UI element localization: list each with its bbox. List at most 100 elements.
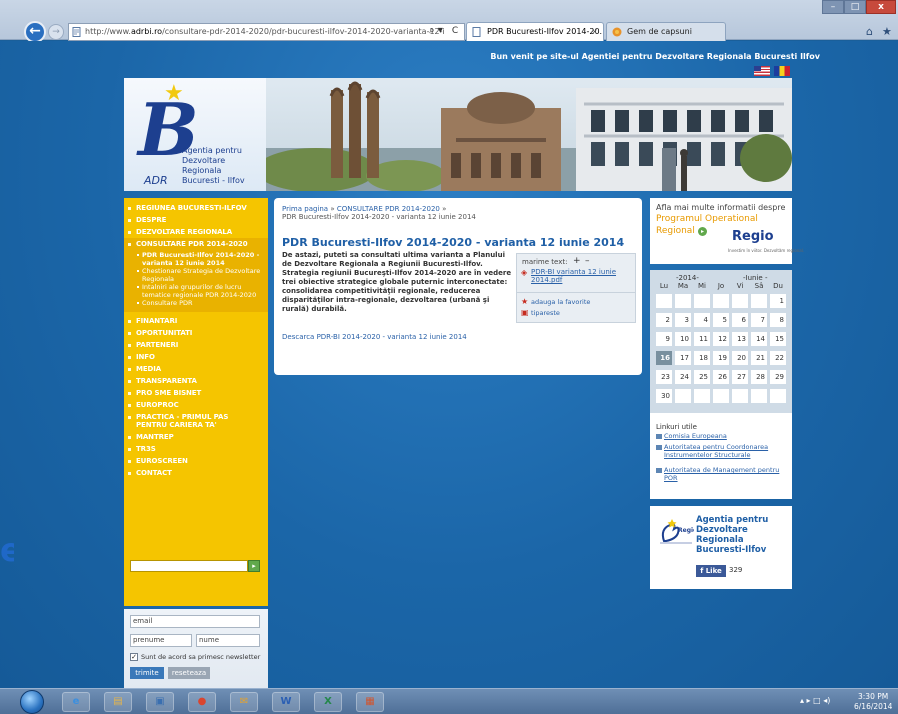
menu-item-contact[interactable]: CONTACT	[124, 467, 268, 479]
newsletter-submit-button[interactable]: trimite	[130, 667, 164, 679]
close-tab-icon[interactable]: ×	[591, 23, 598, 40]
submenu-item-intalniri[interactable]: Intalniri ale grupurilor de lucru temati…	[124, 283, 268, 300]
arrow-right-icon[interactable]: ▸	[698, 227, 707, 236]
back-button[interactable]: ←	[24, 21, 46, 43]
calendar-day[interactable]: 26	[713, 370, 729, 384]
maximize-button[interactable]: □	[844, 0, 866, 14]
menu-item-despre[interactable]: DESPRE	[124, 214, 268, 226]
pdf-download-link[interactable]: PDR-BI varianta 12 iunie 2014.pdf	[531, 268, 631, 284]
calendar-day[interactable]: 1	[770, 294, 786, 308]
facebook-like-button[interactable]: f Like	[696, 565, 726, 577]
calendar-day[interactable]: 25	[694, 370, 710, 384]
calendar-day[interactable]: 24	[675, 370, 691, 384]
calendar-day[interactable]: 13	[732, 332, 748, 346]
calendar-month[interactable]: -Iunie -	[743, 274, 767, 282]
address-bar[interactable]: http://www.adrbi.ro/consultare-pdr-2014-…	[68, 23, 465, 41]
menu-item-oportunitati[interactable]: OPORTUNITATI	[124, 327, 268, 339]
calendar-day[interactable]: 10	[675, 332, 691, 346]
menu-item-info[interactable]: INFO	[124, 351, 268, 363]
calendar-day[interactable]: 2	[656, 313, 672, 327]
home-icon[interactable]: ⌂	[866, 26, 878, 38]
calendar-day[interactable]: 27	[732, 370, 748, 384]
newsletter-email-field[interactable]: email	[130, 615, 260, 628]
submenu-item-chestionare[interactable]: Chestionare Strategia de Dezvoltare Regi…	[124, 267, 268, 284]
newsletter-reset-button[interactable]: reseteaza	[168, 667, 210, 679]
menu-item-transparenta[interactable]: TRANSPARENTA	[124, 375, 268, 387]
facebook-page-name[interactable]: Agentia pentru Dezvoltare Regionala Bucu…	[696, 515, 786, 555]
download-pdr-link[interactable]: Descarca PDR-BI 2014-2020 - varianta 12 …	[282, 333, 467, 341]
search-dropdown-icon[interactable]: ⌕ ▾	[428, 24, 444, 38]
refresh-icon[interactable]: C	[448, 24, 462, 38]
calendar-day[interactable]: 30	[656, 389, 672, 403]
newsletter-lastname-field[interactable]: nume	[196, 634, 260, 647]
close-window-button[interactable]: x	[866, 0, 896, 14]
menu-item-euroscreen[interactable]: EUROSCREEN	[124, 455, 268, 467]
start-button[interactable]	[20, 690, 44, 714]
submenu-item-pdr-varianta[interactable]: PDR Bucuresti-Ilfov 2014-2020 - varianta…	[124, 251, 268, 268]
minimize-button[interactable]: –	[822, 0, 844, 14]
calendar-day[interactable]: 4	[694, 313, 710, 327]
english-flag-icon[interactable]	[754, 66, 770, 76]
menu-item-dezvoltare[interactable]: DEZVOLTARE REGIONALA	[124, 226, 268, 238]
powerpoint-icon[interactable]: ▦	[356, 692, 384, 712]
menu-item-europroc[interactable]: EUROPROC	[124, 399, 268, 411]
calendar-day[interactable]: 3	[675, 313, 691, 327]
forward-button[interactable]: →	[48, 24, 64, 40]
tab-gem-de-capsuni[interactable]: Gem de capsuni	[606, 22, 726, 41]
calendar-day[interactable]: 20	[732, 351, 748, 365]
regio-promo[interactable]: Afla mai multe informatii despre Program…	[650, 198, 804, 264]
link-acis[interactable]: Autoritatea pentru Coordonarea Instrumen…	[656, 443, 790, 459]
calendar-day[interactable]: 22	[770, 351, 786, 365]
calendar-day[interactable]: 23	[656, 370, 672, 384]
calendar-day[interactable]: 16	[656, 351, 672, 365]
tray-icons[interactable]: ▴ ▸ □ ◂)	[800, 696, 830, 705]
tab-pdr[interactable]: PDR Bucuresti-Ilfov 2014-20... ×	[466, 22, 604, 41]
submenu-item-consultare-pdr[interactable]: Consultare PDR	[124, 299, 268, 309]
menu-item-pro-sme-bisnet[interactable]: PRO SME BISNET	[124, 387, 268, 399]
menu-item-media[interactable]: MEDIA	[124, 363, 268, 375]
chrome-icon[interactable]: ●	[188, 692, 216, 712]
calendar-day[interactable]: 8	[770, 313, 786, 327]
file-explorer-icon[interactable]: ▤	[104, 692, 132, 712]
menu-item-parteneri[interactable]: PARTENERI	[124, 339, 268, 351]
adr-logo[interactable]: ★ B Agentia pentru Dezvoltare Regionala …	[124, 78, 266, 191]
clock-date[interactable]: 6/16/2014	[854, 702, 892, 711]
calendar-day[interactable]: 9	[656, 332, 672, 346]
calendar-day[interactable]: 14	[751, 332, 767, 346]
site-search-input[interactable]	[130, 560, 248, 572]
breadcrumb-home-link[interactable]: Prima pagina	[282, 205, 328, 213]
menu-item-tr3s[interactable]: TR3S	[124, 443, 268, 455]
calendar-day[interactable]: 7	[751, 313, 767, 327]
outlook-icon[interactable]: ✉	[230, 692, 258, 712]
media-player-icon[interactable]: ▣	[146, 692, 174, 712]
calendar-day[interactable]: 15	[770, 332, 786, 346]
newsletter-firstname-field[interactable]: prenume	[130, 634, 192, 647]
search-go-button[interactable]: ▸	[248, 560, 260, 572]
romanian-flag-icon[interactable]	[774, 66, 790, 76]
calendar-day[interactable]: 28	[751, 370, 767, 384]
favorites-star-icon[interactable]: ★	[882, 26, 894, 38]
excel-icon[interactable]: X	[314, 692, 342, 712]
menu-item-practica-primul-pas-pentru-cariera-ta[interactable]: PRACTICA - PRIMUL PAS PENTRU CARIERA TA'	[124, 411, 268, 431]
menu-item-consultare[interactable]: CONSULTARE PDR 2014-2020	[124, 238, 268, 250]
link-comisia-europeana[interactable]: Comisia Europeana	[656, 432, 790, 441]
calendar-day[interactable]: 19	[713, 351, 729, 365]
internet-explorer-icon[interactable]: e	[62, 692, 90, 712]
add-to-favorites-link[interactable]: adauga la favorite	[531, 298, 590, 306]
calendar-day[interactable]: 21	[751, 351, 767, 365]
clock-time[interactable]: 3:30 PM	[858, 692, 888, 701]
print-link[interactable]: tipareste	[531, 309, 560, 317]
increase-text-button[interactable]: +	[573, 256, 581, 266]
calendar-day[interactable]: 6	[732, 313, 748, 327]
decrease-text-button[interactable]: –	[585, 256, 590, 266]
breadcrumb-section-link[interactable]: CONSULTARE PDR 2014-2020	[337, 205, 440, 213]
calendar-day[interactable]: 12	[713, 332, 729, 346]
menu-item-mantrep[interactable]: MANTREP	[124, 431, 268, 443]
calendar-day[interactable]: 17	[675, 351, 691, 365]
calendar-day[interactable]: 11	[694, 332, 710, 346]
menu-item-finantari[interactable]: FINANTARI	[124, 315, 268, 327]
word-icon[interactable]: W	[272, 692, 300, 712]
menu-item-regiunea[interactable]: REGIUNEA BUCURESTI-ILFOV	[124, 202, 268, 214]
calendar-day[interactable]: 29	[770, 370, 786, 384]
calendar-day[interactable]: 5	[713, 313, 729, 327]
